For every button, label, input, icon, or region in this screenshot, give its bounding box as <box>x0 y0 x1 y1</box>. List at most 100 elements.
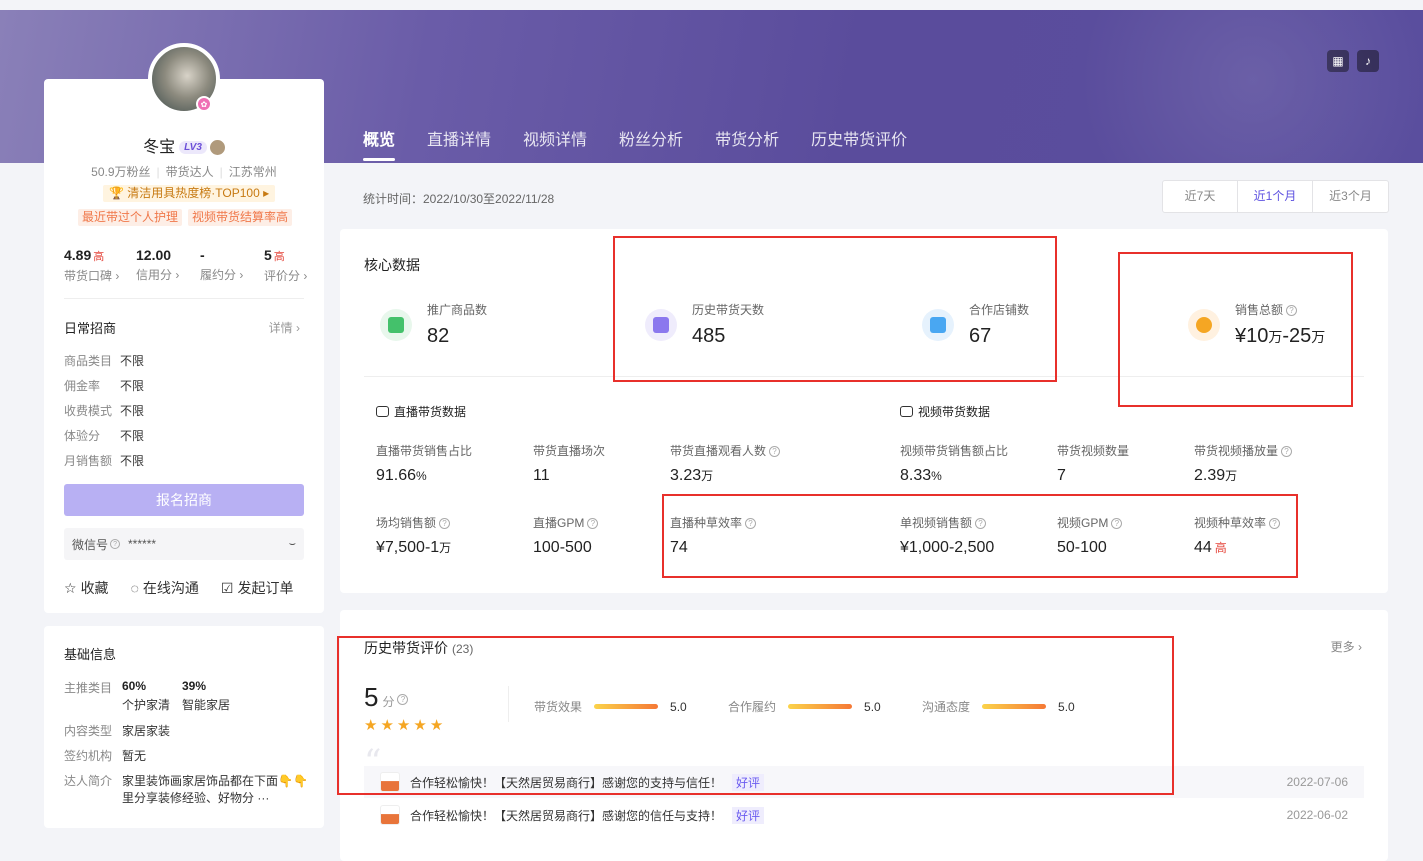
tab-history-reviews[interactable]: 历史带货评价 <box>811 126 907 160</box>
help-icon[interactable]: ? <box>587 518 599 530</box>
eye-closed-icon[interactable]: ⌣ <box>289 538 296 551</box>
tab-video-detail[interactable]: 视频详情 <box>523 126 587 160</box>
shop-logo <box>380 772 400 792</box>
video-gpm: 视频GPM? 50-100 <box>1057 514 1123 557</box>
rating-bar <box>594 704 659 709</box>
rank-badge[interactable]: 🏆 清洁用具热度榜·TOP100 ▸ <box>103 185 276 202</box>
main-category-row: 主推类目 60% 39% <box>64 679 207 695</box>
douyin-icon[interactable]: ♪ <box>1357 50 1379 72</box>
live-viewers: 带货直播观看人数? 3.23万 <box>670 442 781 485</box>
tab-sales-analysis[interactable]: 带货分析 <box>715 126 779 160</box>
qr-code-icon[interactable]: ▦ <box>1327 50 1349 72</box>
star-icon: ★ <box>396 717 411 734</box>
star-icon: ★ <box>429 717 444 734</box>
tab-overview[interactable]: 概览 <box>363 126 396 161</box>
content-type-row: 内容类型 家居家装 <box>64 724 171 738</box>
wechat-row: 微信号? ****** ⌣ <box>64 528 304 560</box>
basic-info-title: 基础信息 <box>64 647 117 662</box>
good-review-badge: 好评 <box>732 773 765 791</box>
star-icon: ☆ <box>64 579 77 596</box>
help-icon[interactable]: ? <box>975 518 987 530</box>
profile-name-row: 冬宝 LV3 <box>44 133 324 157</box>
metric-total-sales: 销售总额? ¥10万-25万 <box>1188 301 1325 348</box>
live-seeding-efficiency: 直播种草效率? 74 <box>670 514 757 557</box>
create-order-button[interactable]: ☑ 发起订单 <box>221 578 294 598</box>
score-fulfillment[interactable]: - 履约分 › <box>200 247 264 284</box>
video-icon <box>900 406 913 417</box>
product-icon <box>380 308 412 341</box>
reviews-card: 历史带货评价 (23) 更多 › 5 分? ★ ★ ★ ★ ★ 带货效果 5.0 合作履约 5.… <box>340 610 1388 861</box>
range-7d[interactable]: 近7天 <box>1163 181 1238 212</box>
reviews-more-link[interactable]: 更多 › <box>1331 638 1362 655</box>
range-1m[interactable]: 近1个月 <box>1238 181 1313 212</box>
tab-fans-analysis[interactable]: 粉丝分析 <box>619 126 683 160</box>
metric-partner-shops: 合作店铺数 67 <box>922 301 1029 348</box>
review-item: 合作轻松愉快！【天然居贸易商行】感谢您的支持与信任！ 好评 2022-07-06 <box>364 766 1364 798</box>
divider <box>508 686 509 722</box>
merchant-row: 体验分 不限 <box>64 429 145 443</box>
wechat-value: ****** <box>128 537 157 551</box>
profile-tag: 最近带过个人护理 <box>78 209 183 226</box>
merchant-row: 收费模式 不限 <box>64 404 145 418</box>
favorite-button[interactable]: ☆ 收藏 <box>64 578 109 598</box>
help-icon[interactable]: ? <box>1269 518 1281 530</box>
score-review[interactable]: 5 高评价分 › <box>264 247 328 284</box>
merchant-detail-link[interactable]: 详情 › <box>269 319 300 336</box>
good-review-badge: 好评 <box>732 806 765 824</box>
level-badge: LV3 <box>179 141 207 155</box>
profile-tag: 视频带货结算率高 <box>188 209 293 226</box>
help-icon[interactable]: ? <box>1286 305 1298 317</box>
agency-row: 签约机构 暂无 <box>64 749 147 763</box>
score-credit[interactable]: 12.00 信用分 › <box>136 247 200 284</box>
apply-merchant-button[interactable]: 报名招商 <box>64 484 304 516</box>
video-data-title: 视频带货数据 <box>900 403 990 420</box>
live-sessions: 带货直播场次 11 <box>533 444 606 484</box>
video-seeding-efficiency: 视频种草效率? 44 高 <box>1194 514 1281 557</box>
live-data-title: 直播带货数据 <box>376 403 466 420</box>
online-chat-button[interactable]: ◌ 在线沟通 <box>131 578 199 598</box>
merchant-row: 月销售额 不限 <box>64 454 145 468</box>
time-range-toggle: 近7天 近1个月 近3个月 <box>1162 180 1389 213</box>
help-icon[interactable]: ? <box>397 693 409 705</box>
metric-promoted-products: 推广商品数 82 <box>380 301 487 348</box>
tab-live-detail[interactable]: 直播详情 <box>427 126 491 160</box>
review-score: 5 分? <box>364 682 409 713</box>
verified-badge-icon: ✿ <box>196 96 212 112</box>
role: 带货达人 <box>165 165 214 179</box>
help-icon[interactable]: ? <box>1281 446 1293 458</box>
divider <box>364 376 1364 377</box>
merchant-row: 佣金率 不限 <box>64 379 145 393</box>
help-icon[interactable]: ? <box>1111 518 1123 530</box>
chat-icon: ◌ <box>130 580 139 596</box>
live-avg-sales: 场均销售额? ¥7,500-1万 <box>376 516 452 556</box>
trophy-icon: 🏆 <box>109 186 124 200</box>
metric-history-days: 历史带货天数 485 <box>645 301 764 348</box>
video-single-sales: 单视频销售额? ¥1,000-2,500 <box>900 516 995 556</box>
video-sales-ratio: 视频带货销售额占比 8.33% <box>900 444 1009 484</box>
core-data-card: 核心数据 推广商品数 82 历史带货天数 485 合作店铺数 67 销售总额? ¥10… <box>340 229 1388 593</box>
help-icon[interactable]: ? <box>439 518 451 530</box>
profile-meta: 50.9万粉丝 | 带货达人 | 江苏常州 <box>91 165 277 179</box>
rating-bar <box>788 704 853 709</box>
help-icon[interactable]: ? <box>745 518 757 530</box>
reviews-title: 历史带货评价 (23) <box>364 640 474 656</box>
help-icon[interactable]: ? <box>769 446 781 458</box>
range-3m[interactable]: 近3个月 <box>1313 181 1388 212</box>
divider <box>64 298 304 299</box>
score-sales-reputation[interactable]: 4.89 高带货口碑 › <box>64 247 128 284</box>
profile-card: ✿ 冬宝 LV3 50.9万粉丝 | 带货达人 | 江苏常州 🏆 清洁用具热度榜·TOP1… <box>44 43 324 613</box>
merchant-title: 日常招商 <box>64 321 117 336</box>
help-icon[interactable]: ? <box>110 539 121 549</box>
star-rating: ★ ★ ★ ★ ★ <box>364 716 443 734</box>
top-icons: ▦ ♪ <box>1327 50 1379 72</box>
review-item: 合作轻松愉快！【天然居贸易商行】感谢您的信任与支持！ 好评 2022-06-02 <box>364 799 1364 831</box>
rating-bar-attitude: 沟通态度 5.0 <box>922 699 1075 715</box>
score-row: 4.89 高带货口碑 › 12.00 信用分 › - 履约分 › 5 高评价分 › <box>64 247 328 284</box>
video-count: 带货视频数量 7 <box>1057 444 1130 484</box>
basic-info-card: 基础信息 主推类目 60% 39% 个护家清 智能家居 内容类型 家居家装 签约机… <box>44 626 324 828</box>
rank-text: 清洁用具热度榜·TOP100 <box>127 186 260 200</box>
rating-bar-fulfillment: 合作履约 5.0 <box>728 699 881 715</box>
order-icon: ☑ <box>220 579 234 596</box>
profile-tags: 最近带过个人护理 视频带货结算率高 <box>78 209 293 226</box>
trend-icon <box>645 308 677 341</box>
